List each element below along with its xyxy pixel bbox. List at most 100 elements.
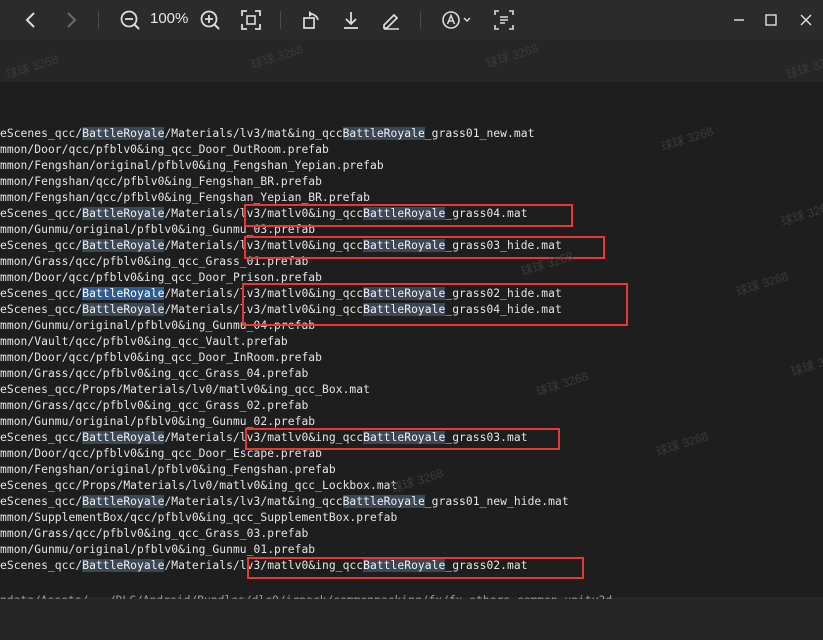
log-text-segment: mmon/Grass/qcc/pfblv0&ing_qcc_Grass_01.p… [0, 255, 309, 268]
zoom-out-icon [120, 10, 140, 30]
search-highlight: BattleRoyale [82, 431, 165, 444]
search-highlight: BattleRoyale [82, 239, 165, 252]
search-highlight: BattleRoyale [363, 287, 446, 300]
search-highlight: BattleRoyale [82, 207, 165, 220]
close-icon [800, 14, 812, 26]
maximize-icon [765, 14, 777, 26]
log-text-segment: /Materials/lv3/matlv0&ing_qcc [164, 207, 364, 220]
edit-button[interactable] [379, 7, 403, 33]
log-line: mmon/Gunmu/original/pfblv0&ing_Gunmu_02.… [0, 414, 315, 430]
log-text-segment: mmon/Gunmu/original/pfblv0&ing_Gunmu_02.… [0, 415, 316, 428]
log-text-segment: _grass03.mat [445, 431, 528, 444]
search-highlight: BattleRoyale [363, 303, 446, 316]
log-text-segment: eScenes_qcc/ [0, 239, 83, 252]
log-line: eScenes_qcc/BattleRoyale/Materials/lv3/m… [0, 286, 562, 302]
canvas-top-margin [0, 40, 823, 82]
log-line: eScenes_qcc/BattleRoyale/Materials/lv3/m… [0, 558, 528, 574]
log-text-segment: _grass03_hide.mat [445, 239, 562, 252]
log-line: eScenes_qcc/BattleRoyale/Materials/lv3/m… [0, 126, 534, 142]
log-text-segment: /Materials/lv3/matlv0&ing_qcc [164, 287, 364, 300]
maximize-button[interactable] [760, 9, 782, 31]
search-highlight: BattleRoyale [363, 559, 446, 572]
scan-text-icon [494, 10, 514, 30]
log-text-segment: /Materials/lv3/mat&ing_qcc [164, 495, 343, 508]
log-line: mmon/Gunmu/original/pfblv0&ing_Gunmu_01.… [0, 542, 315, 558]
log-text-segment: /Materials/lv3/mat&ing_qcc [164, 127, 343, 140]
rotate-button[interactable] [299, 7, 323, 33]
toolbar-divider [98, 11, 99, 29]
search-highlight: BattleRoyale [82, 127, 165, 140]
log-text-segment: mmon/Gunmu/original/pfblv0&ing_Gunmu_03.… [0, 223, 316, 236]
zoom-level[interactable]: 100% [150, 10, 188, 27]
search-highlight: BattleRoyale [342, 127, 425, 140]
pen-icon [383, 13, 399, 30]
log-text-segment: eScenes_qcc/ [0, 303, 83, 316]
log-text-segment: _grass01_new.mat [424, 127, 535, 140]
log-line: mmon/Grass/qcc/pfblv0&ing_qcc_Grass_01.p… [0, 254, 308, 270]
log-text-segment: mmon/Fengshan/original/pfblv0&ing_Fengsh… [0, 159, 384, 172]
text-recognize-button[interactable] [440, 7, 474, 33]
log-line: mmon/Door/qcc/pfblv0&ing_qcc_Door_Escape… [0, 446, 322, 462]
log-text-segment: mmon/Door/qcc/pfblv0&ing_qcc_Door_Escape… [0, 447, 323, 460]
log-line: mmon/Grass/qcc/pfblv0&ing_qcc_Grass_03.p… [0, 526, 308, 542]
fit-screen-icon [241, 10, 261, 30]
download-icon [344, 12, 358, 29]
log-line: mmon/Gunmu/original/pfblv0&ing_Gunmu_04.… [0, 318, 315, 334]
search-highlight: BattleRoyale [363, 207, 446, 220]
zoom-in-button[interactable] [198, 7, 222, 33]
search-highlight: BattleRoyale [82, 287, 165, 300]
log-line: mmon/Door/qcc/pfblv0&ing_qcc_Door_OutRoo… [0, 142, 329, 158]
log-text-segment: mmon/Grass/qcc/pfblv0&ing_qcc_Grass_02.p… [0, 399, 309, 412]
log-line: mmon/Fengshan/original/pfblv0&ing_Fengsh… [0, 158, 384, 174]
zoom-out-button[interactable] [118, 7, 142, 33]
close-button[interactable] [795, 9, 817, 31]
chevron-left-icon [25, 12, 35, 28]
log-line: mmon/Vault/qcc/pfblv0&ing_qcc_Vault.pref… [0, 334, 288, 350]
search-highlight: BattleRoyale [363, 431, 446, 444]
log-text-segment: eScenes_qcc/ [0, 207, 83, 220]
log-line-partial: ndata/Assets/.../DLC/Android/Bundles/dlc… [0, 593, 612, 599]
log-line: mmon/Fengshan/qcc/pfblv0&ing_Fengshan_Ye… [0, 190, 370, 206]
download-button[interactable] [339, 7, 363, 33]
log-text-segment: eScenes_qcc/ [0, 559, 83, 572]
forward-button[interactable] [60, 7, 82, 33]
log-line: eScenes_qcc/Props/Materials/lv0/matlv0&i… [0, 478, 397, 494]
text-recognize-icon [442, 11, 471, 29]
log-line: mmon/Door/qcc/pfblv0&ing_qcc_Door_InRoom… [0, 350, 322, 366]
log-text-segment: _grass04_hide.mat [445, 303, 562, 316]
log-text-segment: mmon/Door/qcc/pfblv0&ing_qcc_Door_InRoom… [0, 351, 323, 364]
log-line: eScenes_qcc/BattleRoyale/Materials/lv3/m… [0, 302, 562, 318]
log-text-segment: mmon/Fengshan/qcc/pfblv0&ing_Fengshan_Ye… [0, 191, 370, 204]
log-text-segment: _grass02.mat [445, 559, 528, 572]
log-text-segment: mmon/Vault/qcc/pfblv0&ing_qcc_Vault.pref… [0, 335, 288, 348]
log-text-segment: eScenes_qcc/ [0, 127, 83, 140]
log-text-segment: eScenes_qcc/ [0, 495, 83, 508]
log-text-segment: eScenes_qcc/ [0, 431, 83, 444]
viewer-toolbar: 100% [0, 0, 823, 40]
log-line: eScenes_qcc/Props/Materials/lv0/matlv0&i… [0, 382, 370, 398]
log-text-segment: /Materials/lv3/matlv0&ing_qcc [164, 303, 364, 316]
log-text-segment: mmon/Fengshan/qcc/pfblv0&ing_Fengshan_BR… [0, 175, 323, 188]
log-line: mmon/Fengshan/qcc/pfblv0&ing_Fengshan_BR… [0, 174, 322, 190]
log-text-segment: _grass02_hide.mat [445, 287, 562, 300]
scan-text-button[interactable] [492, 7, 516, 33]
log-text-segment: mmon/Grass/qcc/pfblv0&ing_qcc_Grass_04.p… [0, 367, 309, 380]
fit-screen-button[interactable] [239, 7, 263, 33]
log-text-segment: mmon/Door/qcc/pfblv0&ing_qcc_Door_OutRoo… [0, 143, 329, 156]
log-line: mmon/Door/qcc/pfblv0&ing_qcc_Door_Prison… [0, 270, 322, 286]
zoom-in-icon [200, 10, 220, 30]
log-text-segment: eScenes_qcc/Props/Materials/lv0/matlv0&i… [0, 383, 370, 396]
log-line: mmon/SupplementBox/qcc/pfblv0&ing_qcc_Su… [0, 510, 397, 526]
search-highlight: BattleRoyale [363, 239, 446, 252]
log-text-segment: /Materials/lv3/matlv0&ing_qcc [164, 239, 364, 252]
log-line: mmon/Grass/qcc/pfblv0&ing_qcc_Grass_02.p… [0, 398, 308, 414]
back-button[interactable] [20, 7, 42, 33]
minimize-button[interactable] [728, 9, 750, 31]
log-text-segment: mmon/Gunmu/original/pfblv0&ing_Gunmu_01.… [0, 543, 316, 556]
search-highlight: BattleRoyale [342, 495, 425, 508]
log-text-segment: mmon/Grass/qcc/pfblv0&ing_qcc_Grass_03.p… [0, 527, 309, 540]
log-text-segment: _grass01_new_hide.mat [424, 495, 569, 508]
log-text-segment: mmon/Fengshan/original/pfblv0&ing_Fengsh… [0, 463, 336, 476]
log-text-segment: mmon/Door/qcc/pfblv0&ing_qcc_Door_Prison… [0, 271, 323, 284]
log-text-segment: /Materials/lv3/matlv0&ing_qcc [164, 431, 364, 444]
